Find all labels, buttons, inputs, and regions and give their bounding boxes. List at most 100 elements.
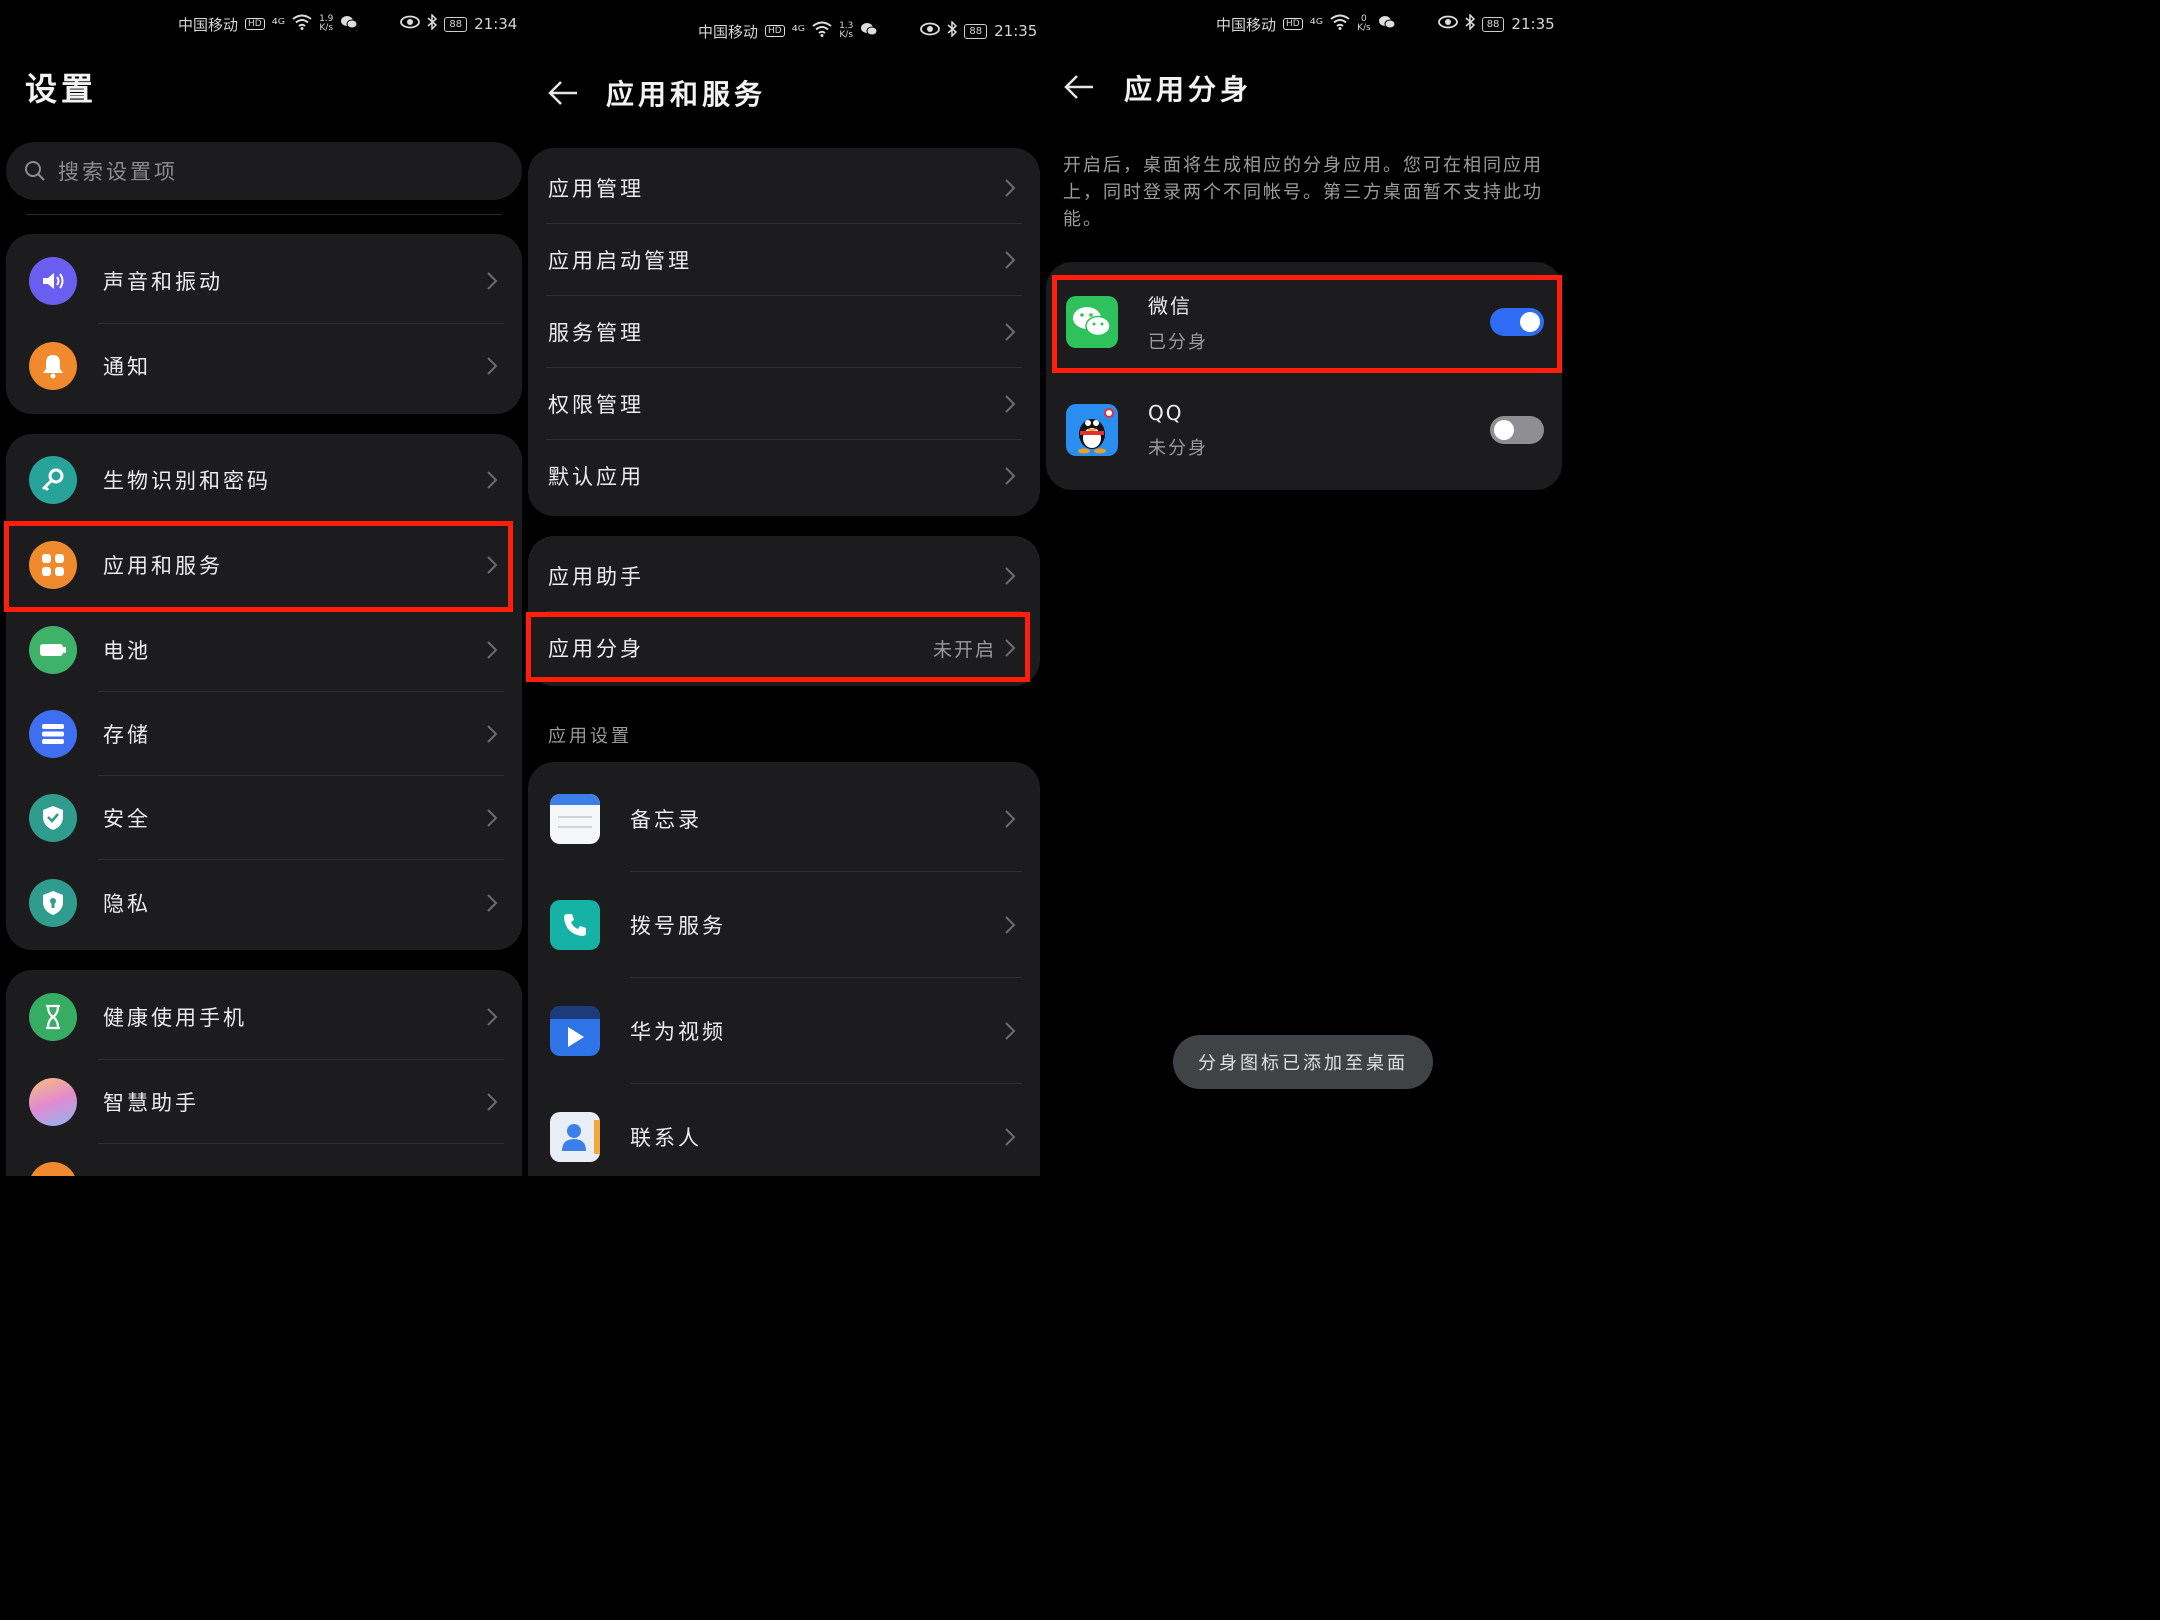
net-speed: 0 K/s xyxy=(1357,15,1371,33)
app-item-dialer[interactable]: 拨号服务 xyxy=(528,872,1040,978)
qq-twin-toggle[interactable] xyxy=(1490,416,1544,444)
settings-item-partial[interactable] xyxy=(6,1144,522,1176)
status-bar: 中国移动 HD ⁴ᴳ 0 K/s 88 21:35 xyxy=(1216,10,1555,38)
chevron-right-icon xyxy=(487,357,498,375)
chevron-right-icon xyxy=(1005,1022,1016,1040)
bell-icon xyxy=(29,342,77,390)
hd-badge: HD xyxy=(1283,18,1303,30)
menu-item-default-apps[interactable]: 默认应用 xyxy=(528,440,1040,512)
page-title: 应用和服务 xyxy=(606,78,767,111)
menu-item-label: 服务管理 xyxy=(548,321,644,345)
hd-badge: HD xyxy=(245,18,265,30)
wechat-notification-icon xyxy=(860,22,878,40)
signal-icon: ⁴ᴳ xyxy=(1309,15,1324,33)
wechat-notification-icon xyxy=(1378,15,1396,33)
search-placeholder: 搜索设置项 xyxy=(58,160,178,184)
memo-icon xyxy=(550,794,600,844)
app-icon xyxy=(29,1162,77,1176)
clock-time: 21:35 xyxy=(1511,15,1555,33)
chevron-right-icon xyxy=(487,641,498,659)
carrier-text: 中国移动 xyxy=(178,15,239,34)
feature-description: 开启后，桌面将生成相应的分身应用。您可在相同应用上，同时登录两个不同帐号。第三方… xyxy=(1063,155,1543,230)
clock-time: 21:34 xyxy=(474,15,518,33)
contacts-icon xyxy=(550,1112,600,1162)
privacy-shield-icon xyxy=(29,879,77,927)
settings-item-storage[interactable]: 存储 xyxy=(6,692,522,776)
menu-item-app-management[interactable]: 应用管理 xyxy=(528,152,1040,224)
qq-icon xyxy=(1066,404,1118,456)
bluetooth-icon xyxy=(1465,13,1475,34)
app-name: QQ xyxy=(1148,400,1184,425)
chevron-right-icon xyxy=(1005,179,1016,197)
app-item-label: 华为视频 xyxy=(630,1020,726,1044)
menu-item-label: 权限管理 xyxy=(548,393,644,417)
speaker-icon xyxy=(29,257,77,305)
app-settings-list: 备忘录 拨号服务 华为视频 联系人 xyxy=(528,762,1040,1176)
settings-item-sound[interactable]: 声音和振动 xyxy=(6,238,522,324)
wifi-icon xyxy=(812,21,832,41)
menu-item-permission-management[interactable]: 权限管理 xyxy=(528,368,1040,440)
clock-time: 21:35 xyxy=(994,22,1038,40)
app-item-huawei-video[interactable]: 华为视频 xyxy=(528,978,1040,1084)
settings-item-label: 声音和振动 xyxy=(103,270,223,294)
net-speed-unit: K/s xyxy=(1357,23,1371,33)
search-input[interactable]: 搜索设置项 xyxy=(6,142,522,200)
bluetooth-icon xyxy=(427,13,438,34)
settings-item-security[interactable]: 安全 xyxy=(6,776,522,860)
settings-item-smart-assistant[interactable]: 智慧助手 xyxy=(6,1060,522,1144)
page-title: 应用分身 xyxy=(1124,73,1253,106)
chevron-right-icon xyxy=(1005,395,1016,413)
chevron-right-icon xyxy=(1005,1128,1016,1146)
settings-group-2: 生物识别和密码 应用和服务 电池 存储 安全 隐私 xyxy=(6,434,522,950)
battery-level: 88 xyxy=(444,16,468,32)
menu-item-label: 默认应用 xyxy=(548,465,644,489)
app-item-contacts[interactable]: 联系人 xyxy=(528,1084,1040,1176)
chevron-right-icon xyxy=(1005,916,1016,934)
page-title: 设置 xyxy=(25,70,98,108)
toast-message: 分身图标已添加至桌面 xyxy=(1173,1035,1433,1089)
settings-item-battery[interactable]: 电池 xyxy=(6,608,522,692)
search-icon xyxy=(24,160,46,182)
back-arrow-icon[interactable] xyxy=(1062,70,1096,104)
eye-comfort-icon xyxy=(920,22,941,40)
net-speed-unit: K/s xyxy=(839,30,854,40)
settings-item-label: 安全 xyxy=(103,807,151,831)
storage-icon xyxy=(29,710,77,758)
settings-item-notifications[interactable]: 通知 xyxy=(6,324,522,408)
chevron-right-icon xyxy=(1005,251,1016,269)
assistant-icon xyxy=(29,1078,77,1126)
app-twin-status: 未分身 xyxy=(1148,437,1208,459)
settings-item-privacy[interactable]: 隐私 xyxy=(6,860,522,946)
settings-item-label: 隐私 xyxy=(103,892,151,916)
app-item-memo[interactable]: 备忘录 xyxy=(528,766,1040,872)
app-item-label: 拨号服务 xyxy=(630,914,726,938)
app-twin-item-qq[interactable]: QQ 未分身 xyxy=(1046,376,1562,484)
menu-item-label: 应用管理 xyxy=(548,177,644,201)
battery-icon xyxy=(29,626,77,674)
menu-item-app-assistant[interactable]: 应用助手 xyxy=(528,540,1040,612)
settings-item-biometrics[interactable]: 生物识别和密码 xyxy=(6,438,522,522)
net-speed-unit: K/s xyxy=(319,23,334,33)
menu-item-service-management[interactable]: 服务管理 xyxy=(528,296,1040,368)
back-arrow-icon[interactable] xyxy=(546,76,580,110)
hourglass-icon xyxy=(29,993,77,1041)
menu-item-startup-management[interactable]: 应用启动管理 xyxy=(528,224,1040,296)
highlight-box xyxy=(1052,275,1562,373)
chevron-right-icon xyxy=(487,809,498,827)
key-icon xyxy=(29,456,77,504)
shield-icon xyxy=(29,794,77,842)
settings-screen: 中国移动 HD ⁴ᴳ 1.9 K/s 88 21:34 设置 搜索设置项 声音和… xyxy=(0,0,522,1176)
settings-item-label: 通知 xyxy=(103,355,151,379)
highlight-box xyxy=(4,521,513,612)
settings-item-label: 存储 xyxy=(103,723,151,747)
app-item-label: 备忘录 xyxy=(630,808,702,832)
settings-group-3: 健康使用手机 智慧助手 xyxy=(6,970,522,1176)
settings-group-1: 声音和振动 通知 xyxy=(6,234,522,414)
chevron-right-icon xyxy=(487,1093,498,1111)
settings-item-digital-balance[interactable]: 健康使用手机 xyxy=(6,974,522,1060)
section-header: 应用设置 xyxy=(548,726,632,747)
settings-item-label: 电池 xyxy=(103,639,151,663)
hd-badge: HD xyxy=(765,25,785,37)
app-twin-text: QQ 未分身 xyxy=(1148,401,1490,460)
toggle-knob xyxy=(1494,420,1514,440)
